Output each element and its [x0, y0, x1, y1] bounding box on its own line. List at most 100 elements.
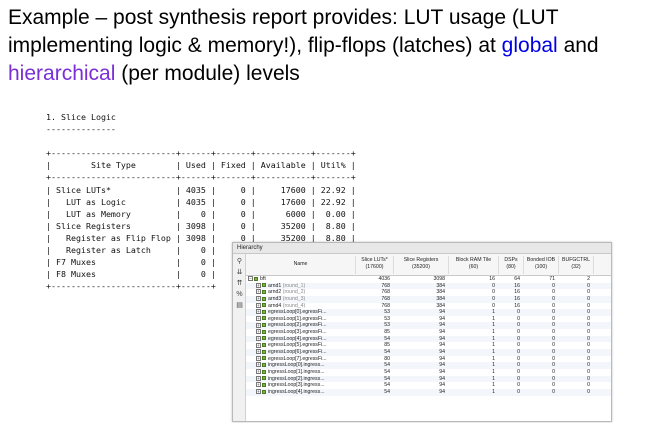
- table-row[interactable]: + egressLoop[7].egressFi... 80 94 1 0 0 0: [246, 355, 611, 363]
- table-row[interactable]: + egressLoop[2].egressFi... 53 94 1 0 0 0: [246, 322, 611, 330]
- module-icon: [262, 283, 266, 288]
- column-capacity: (32): [571, 263, 581, 270]
- table-row[interactable]: + arnd3 (round_3) 768 384 0 16 0 0: [246, 295, 611, 303]
- table-row[interactable]: + egressLoop[4].egressFi... 54 94 1 0 0 0: [246, 335, 611, 343]
- column-header[interactable]: Slice LUTs* (17600): [356, 256, 394, 274]
- expand-icon[interactable]: +: [256, 289, 261, 295]
- table-row[interactable]: + egressLoop[1].egressFi... 53 94 1 0 0 0: [246, 315, 611, 323]
- column-label: Name: [293, 261, 308, 267]
- module-icon: [262, 289, 266, 294]
- module-icon: [262, 336, 266, 341]
- expand-icon[interactable]: +: [256, 329, 261, 335]
- column-header[interactable]: Slice Registers (35200): [394, 256, 449, 274]
- module-icon: [262, 303, 266, 308]
- heading-global: global: [501, 34, 558, 57]
- module-icon: [262, 389, 266, 394]
- column-header[interactable]: Bonded IOB (100): [524, 256, 559, 274]
- module-name: arnd4: [268, 302, 282, 309]
- module-name: egressLoop[2].egressFi...: [268, 322, 327, 329]
- column-header[interactable]: BUFGCTRL (32): [559, 256, 594, 274]
- table-row[interactable]: + ingressLoop[0].ingress... 54 94 1 0 0 0: [246, 362, 611, 369]
- expand-all-icon[interactable]: ⇈: [235, 279, 244, 288]
- collapse-icon[interactable]: −: [248, 276, 253, 282]
- hierarchy-toolbar: ⚲ ⇊ ⇈% ▤: [233, 254, 246, 421]
- expand-icon[interactable]: +: [256, 375, 261, 381]
- expand-icon[interactable]: +: [256, 296, 261, 302]
- module-name: egressLoop[6].egressFi...: [268, 349, 327, 356]
- report-line: | Slice LUTs* | 4035 | 0 | 17600 | 22.92…: [46, 184, 356, 195]
- expand-icon[interactable]: +: [256, 349, 261, 355]
- search-icon[interactable]: ⚲: [235, 257, 244, 266]
- percent-icon[interactable]: %: [235, 290, 244, 299]
- column-header[interactable]: Block RAM Tile (60): [449, 256, 499, 274]
- table-row[interactable]: + ingressLoop[2].ingress... 54 94 1 0 0 0: [246, 375, 611, 383]
- heading-and: and: [557, 34, 599, 57]
- table-row[interactable]: + egressLoop[3].egressFi... 85 94 1 0 0 0: [246, 329, 611, 336]
- module-icon: [262, 329, 266, 334]
- table-row[interactable]: + ingressLoop[3].ingress... 54 94 1 0 0 0: [246, 382, 611, 389]
- expand-icon[interactable]: +: [256, 309, 261, 315]
- table-row[interactable]: + ingressLoop[4].ingress... 54 94 1 0 0 0: [246, 388, 611, 396]
- report-line: [46, 135, 356, 147]
- expand-icon[interactable]: +: [256, 362, 261, 368]
- module-name-cell: + ingressLoop[4].ingress...: [256, 389, 354, 396]
- module-name: egressLoop[3].egressFi...: [268, 329, 327, 336]
- module-icon: [262, 323, 266, 328]
- heading-hierarchical: hierarchical: [8, 62, 116, 85]
- column-header[interactable]: DSPs (80): [499, 256, 524, 274]
- module-icon: [262, 362, 266, 367]
- collapse-all-icon[interactable]: ⇊: [235, 268, 244, 277]
- module-icon: [254, 276, 258, 281]
- report-line: | Site Type | Used | Fixed | Available |…: [46, 160, 356, 171]
- expand-icon[interactable]: +: [256, 315, 261, 321]
- luts-cell: 54: [384, 388, 390, 395]
- column-header[interactable]: Name: [246, 256, 356, 274]
- table-row[interactable]: − bft 4036 3098 16 64 71 2: [246, 276, 611, 283]
- column-label: Block RAM Tile: [455, 257, 492, 263]
- module-icon: [262, 316, 266, 321]
- expand-icon[interactable]: +: [256, 302, 261, 308]
- module-name: egressLoop[5].egressFi...: [268, 342, 327, 349]
- heading-text-1: Example – post synthesis report provides…: [8, 6, 559, 57]
- table-row[interactable]: + egressLoop[5].egressFi... 85 94 1 0 0 0: [246, 342, 611, 349]
- module-name: arnd1: [268, 282, 282, 289]
- report-line: --------------: [46, 124, 116, 135]
- report-line: +-------------------------+------+------…: [46, 148, 356, 159]
- expand-icon[interactable]: +: [256, 342, 261, 348]
- expand-icon[interactable]: +: [256, 369, 261, 375]
- expand-icon[interactable]: +: [256, 355, 261, 361]
- expand-icon[interactable]: +: [256, 389, 261, 395]
- expand-icon[interactable]: +: [256, 322, 261, 328]
- expand-icon[interactable]: +: [256, 282, 261, 288]
- table-row[interactable]: + ingressLoop[1].ingress... 54 94 1 0 0 0: [246, 369, 611, 376]
- module-name: ingressLoop[3].ingress...: [268, 382, 325, 389]
- module-icon: [262, 369, 266, 374]
- dsps-cell: 0: [517, 388, 520, 395]
- hierarchy-title: Hierarchy: [233, 243, 611, 254]
- bufg-cell: 0: [587, 388, 590, 395]
- table-row[interactable]: + arnd2 (round_2) 768 384 0 16 0 0: [246, 289, 611, 296]
- report-line: +-------------------------+------+------…: [46, 172, 356, 183]
- module-icon: [262, 343, 266, 348]
- table-row[interactable]: + egressLoop[0].egressFi... 53 94 1 0 0 0: [246, 309, 611, 316]
- table-row[interactable]: + arnd1 (round_1) 768 384 0 16 0 0: [246, 282, 611, 290]
- column-capacity: (80): [506, 263, 516, 270]
- module-name: egressLoop[0].egressFi...: [268, 309, 327, 316]
- hierarchy-window: Hierarchy ⚲ ⇊ ⇈% ▤ Name Slice LUTs* (17600) Sl…: [232, 242, 612, 422]
- column-capacity: (35200): [412, 263, 430, 270]
- bram-cell: 1: [492, 388, 495, 395]
- expand-icon[interactable]: +: [256, 335, 261, 341]
- column-capacity: (17600): [365, 263, 384, 270]
- module-icon: [262, 376, 266, 381]
- table-row[interactable]: + arnd4 (round_4) 768 384 0 16 0 0: [246, 302, 611, 310]
- module-name: ingressLoop[0].ingress...: [268, 362, 325, 369]
- report-line: | Slice Registers | 3098 | 0 | 35200 | 8…: [46, 220, 356, 231]
- iob-cell: 0: [552, 388, 555, 395]
- expand-icon[interactable]: +: [256, 382, 261, 388]
- hierarchy-header: Name Slice LUTs* (17600) Slice Registers (35…: [246, 254, 611, 276]
- column-label: Bonded IOB: [526, 257, 556, 263]
- module-name: ingressLoop[2].ingress...: [268, 375, 325, 382]
- module-name: bft: [260, 276, 266, 282]
- report-icon[interactable]: ▤: [235, 301, 244, 310]
- table-row[interactable]: + egressLoop[6].egressFi... 54 94 1 0 0 0: [246, 349, 611, 356]
